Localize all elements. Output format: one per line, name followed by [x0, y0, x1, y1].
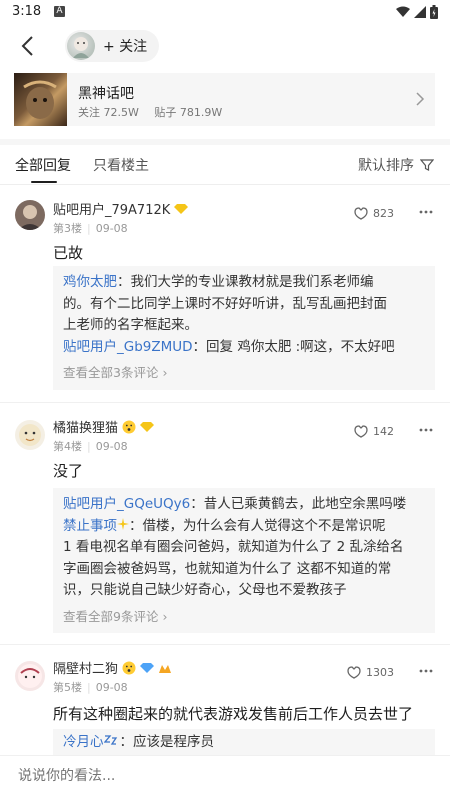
- status-time: 3:18: [12, 4, 42, 19]
- comment-bar: [0, 755, 450, 800]
- post-content: 所有这种圈起来的就代表游戏发售前后工作人员去世了: [53, 705, 414, 723]
- active-tab-indicator: [31, 181, 57, 183]
- follow-user-pill[interactable]: + 关注: [65, 30, 160, 62]
- like-icon: [354, 207, 368, 220]
- post-meta: 第4楼 | 09-08: [53, 440, 128, 453]
- forum-cover-image: [14, 73, 67, 126]
- like-icon: [354, 425, 368, 438]
- view-all-comments-link[interactable]: 查看全部9条评论 ›: [63, 606, 425, 628]
- post-floor-3: 贴吧用户_79A712K 第3楼 | 09-08 823 已故 鸡你太肥：我们大学的…: [0, 186, 450, 400]
- top-nav: + 关注: [0, 24, 450, 68]
- forum-card[interactable]: 黑神话吧 关注 72.5W 贴子 781.9W: [14, 73, 435, 126]
- back-button[interactable]: [14, 32, 42, 60]
- sort-button[interactable]: 默认排序: [358, 155, 434, 175]
- reply-tabs: 全部回复 只看楼主 默认排序: [0, 145, 450, 185]
- post-floor-5: 隔壁村二狗 第5楼 | 09-08 1303 所有这种圈起来的就代表游戏发售前后工作…: [0, 645, 450, 755]
- level-badge-icon: [159, 664, 172, 673]
- tab-all-replies[interactable]: 全部回复: [15, 155, 71, 175]
- emoji-face-icon: [122, 661, 136, 674]
- follow-button[interactable]: + 关注: [103, 36, 147, 56]
- sub-reply-user[interactable]: 冷月心: [63, 734, 104, 750]
- post-username[interactable]: 隔壁村二狗: [53, 658, 172, 677]
- post-content: 没了: [53, 462, 84, 480]
- sort-label: 默认排序: [358, 158, 414, 174]
- post-content: 已故: [53, 244, 84, 262]
- sub-reply-box[interactable]: 冷月心 ：应该是程序员: [53, 729, 435, 755]
- post-meta: 第3楼 | 09-08: [53, 222, 128, 235]
- forum-stats: 关注 72.5W 贴子 781.9W: [78, 104, 234, 120]
- filter-icon: [420, 159, 434, 171]
- floor-number: 第3楼: [53, 222, 82, 235]
- floor-number: 第5楼: [53, 681, 82, 694]
- floor-number: 第4楼: [53, 440, 82, 453]
- chevron-right-icon: [416, 92, 425, 106]
- sub-reply: 贴吧用户_GQeUQy6：昔人已乘黄鹤去，此地空余黑吗喽: [63, 496, 407, 512]
- status-bar: 3:18 A: [0, 0, 450, 24]
- more-options-icon[interactable]: [418, 422, 434, 438]
- sparkle-icon: [117, 517, 129, 530]
- diamond-badge-icon: [140, 421, 155, 432]
- sub-reply-user[interactable]: 贴吧用户_GQeUQy6: [63, 496, 190, 512]
- like-icon: [347, 666, 361, 679]
- tab-op-only[interactable]: 只看楼主: [93, 155, 149, 175]
- view-all-comments-link[interactable]: 查看全部3条评论 ›: [63, 362, 425, 384]
- post-username[interactable]: 橘猫换狸猫: [53, 417, 155, 436]
- like-button[interactable]: 1303: [346, 665, 394, 679]
- diamond-badge-icon: [174, 203, 189, 214]
- avatar[interactable]: [15, 661, 45, 691]
- signal-icon: [414, 6, 426, 18]
- avatar[interactable]: [15, 420, 45, 450]
- sub-reply-user[interactable]: 鸡你太肥: [63, 274, 117, 290]
- sleep-emoji-icon: [103, 735, 117, 745]
- more-options-icon[interactable]: [418, 663, 434, 679]
- post-date: 09-08: [95, 681, 128, 694]
- post-floor-4: 橘猫换狸猫 第4楼 | 09-08 142 没了 贴吧用户_GQeUQy6：昔人已乘…: [0, 403, 450, 647]
- forum-posts: 贴子 781.9W: [154, 106, 223, 119]
- sub-reply-user[interactable]: 贴吧用户_Gb9ZMUD: [63, 339, 193, 355]
- comment-input[interactable]: [18, 768, 418, 784]
- op-avatar: [67, 32, 95, 60]
- diamond-badge-icon: [140, 662, 155, 673]
- sub-reply: 禁止事项 ：借楼，为什么会有人觉得这个不是常识呢: [63, 517, 386, 534]
- sub-reply-user[interactable]: 禁止事项: [63, 518, 117, 534]
- sub-reply: 冷月心 ：应该是程序员: [63, 734, 214, 750]
- chevron-left-icon: [21, 36, 33, 56]
- post-username[interactable]: 贴吧用户_79A712K: [53, 199, 189, 218]
- sub-reply-box[interactable]: 贴吧用户_GQeUQy6：昔人已乘黄鹤去，此地空余黑吗喽 禁止事项 ：借楼，为什么…: [53, 488, 435, 633]
- sub-reply: 贴吧用户_Gb9ZMUD：回复 鸡你太肥 :啊这，不太好吧: [63, 338, 395, 355]
- sub-reply-box[interactable]: 鸡你太肥：我们大学的专业课教材就是我们系老师编 的。有个二比同学上课时不好好听讲…: [53, 266, 435, 390]
- more-options-icon[interactable]: [418, 204, 434, 220]
- wifi-icon: [396, 6, 410, 17]
- like-button[interactable]: 142: [353, 424, 394, 438]
- emoji-face-icon: [122, 420, 136, 433]
- sub-reply: 鸡你太肥：我们大学的专业课教材就是我们系老师编: [63, 274, 374, 290]
- post-date: 09-08: [95, 222, 128, 235]
- like-button[interactable]: 823: [353, 206, 394, 220]
- forum-followers: 关注 72.5W: [78, 106, 139, 119]
- post-date: 09-08: [95, 440, 128, 453]
- battery-icon: [430, 5, 438, 19]
- post-meta: 第5楼 | 09-08: [53, 681, 128, 694]
- forum-name: 黑神话吧: [78, 86, 134, 102]
- app-notification-icon: A: [54, 6, 65, 17]
- avatar[interactable]: [15, 200, 45, 230]
- status-icons: [396, 5, 438, 19]
